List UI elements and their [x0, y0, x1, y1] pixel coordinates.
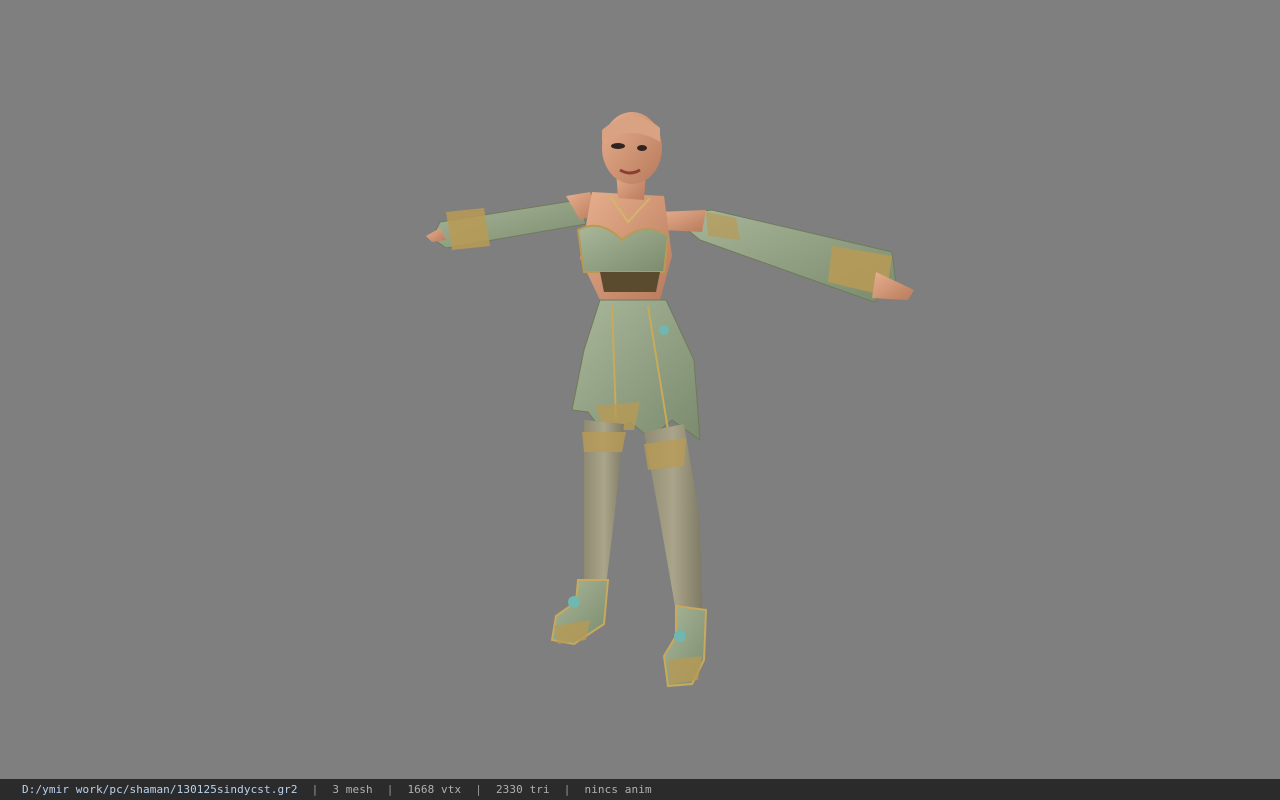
- left-arm: [426, 192, 598, 250]
- vertex-count: 1668 vtx: [407, 783, 462, 796]
- triangle-count: 2330 tri: [495, 783, 550, 796]
- status-separator: |: [311, 783, 319, 796]
- status-separator: |: [475, 783, 482, 796]
- file-path: D:/ymir work/pc/shaman/130125sindycst.gr…: [22, 783, 298, 796]
- status-bar: D:/ymir work/pc/shaman/130125sindycst.gr…: [0, 779, 1280, 800]
- mesh-count: 3 mesh: [332, 783, 373, 796]
- character-model[interactable]: [0, 0, 1280, 779]
- skirt: [571, 299, 701, 442]
- status-separator: |: [386, 783, 394, 796]
- animation-status: nincs anim: [584, 783, 652, 796]
- status-separator: |: [563, 783, 571, 796]
- torso: [576, 192, 672, 300]
- 3d-viewport[interactable]: [0, 0, 1280, 779]
- right-arm: [658, 209, 914, 303]
- head: [602, 112, 662, 200]
